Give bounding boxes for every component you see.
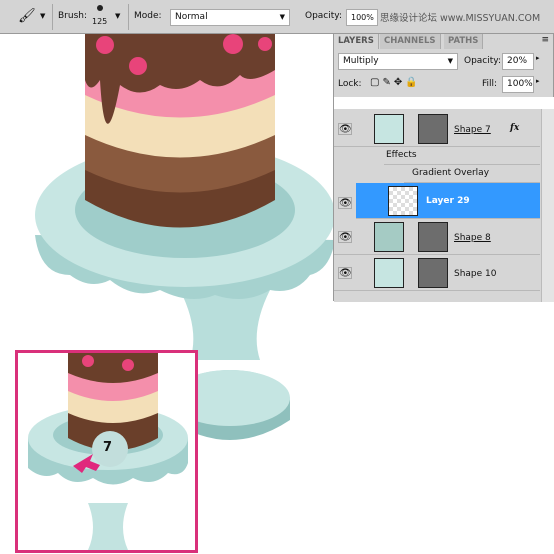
eye-icon[interactable]: 👁 [338,123,352,135]
gradient-overlay-label: Gradient Overlay [412,168,490,178]
effects-row[interactable]: Effects [384,147,540,165]
gradient-overlay-row[interactable]: Gradient Overlay [404,165,540,183]
panel-menu-icon[interactable]: ≡ [541,35,549,45]
layer-thumbnail [374,114,404,144]
layers-scrollbar[interactable] [541,109,554,302]
layers-panel: LAYERS CHANNELS PATHS ≡ Multiply ▼ Opacit… [333,33,554,302]
fx-icon[interactable]: fx [510,123,519,133]
eye-icon[interactable]: 👁 [338,197,352,209]
fill-slider-arrow[interactable]: ▸ [536,77,540,85]
blend-mode-value: Multiply [343,56,379,66]
layer-row-shape-8[interactable]: 👁 Shape 8 [334,219,540,255]
brush-size[interactable]: 125 [92,17,107,26]
layer-name: Shape 10 [454,269,497,279]
layer-thumbnail [374,258,404,288]
layers-list: 👁 Shape 7 fx Effects Gradient Overlay La… [334,109,554,302]
eye-icon[interactable]: 👁 [338,267,352,279]
zoom-inset: 7 [15,350,198,553]
mode-select[interactable]: Normal ▼ [170,9,290,26]
lock-icons[interactable]: ▢✎✥🔒 [370,77,421,88]
layer-row-layer-29[interactable]: Layer 29 [356,183,540,219]
brush-label: Brush: [58,11,88,21]
layer-name: Shape 8 [454,233,491,243]
brush-preview-icon[interactable] [97,5,103,11]
step-number-badge: 7 [103,440,113,455]
watermark: 思缘设计论坛 www.MISSYUAN.COM [380,13,541,24]
lock-label: Lock: [338,79,362,89]
brush-icon[interactable]: 🖌 [18,8,36,24]
options-toolbar: 🖌 ▼ Brush: 125 ▼ Mode: Normal ▼ Opacity: … [0,0,554,34]
vector-mask-thumbnail [418,114,448,144]
layer-opacity-input[interactable]: 20% [502,53,534,70]
fill-input[interactable]: 100% [502,76,534,93]
mode-value: Normal [175,12,208,22]
mode-label: Mode: [134,11,162,21]
brush-dropdown[interactable]: ▼ [115,12,120,20]
layer-thumbnail [388,186,418,216]
effects-label: Effects [386,150,417,160]
blend-mode-select[interactable]: Multiply ▼ [338,53,458,70]
fill-label: Fill: [482,79,498,89]
eye-icon[interactable]: 👁 [338,231,352,243]
opacity-input[interactable]: 100% [346,9,378,26]
tab-paths[interactable]: PATHS [444,34,484,49]
tab-channels[interactable]: CHANNELS [380,34,441,49]
layer-thumbnail [374,222,404,252]
opacity-label: Opacity: [305,11,342,21]
opacity-slider-arrow[interactable]: ▸ [536,54,540,62]
vector-mask-thumbnail [418,258,448,288]
layer-row-shape-7[interactable]: 👁 Shape 7 fx [334,111,540,147]
layer-row-shape-10[interactable]: 👁 Shape 10 [334,255,540,291]
layer-opacity-label: Opacity: [464,56,501,66]
tab-layers[interactable]: LAYERS [334,34,379,49]
layer-name: Layer 29 [426,196,470,206]
tool-preset-dropdown[interactable]: ▼ [40,12,45,20]
layer-name: Shape 7 [454,125,491,135]
vector-mask-thumbnail [418,222,448,252]
